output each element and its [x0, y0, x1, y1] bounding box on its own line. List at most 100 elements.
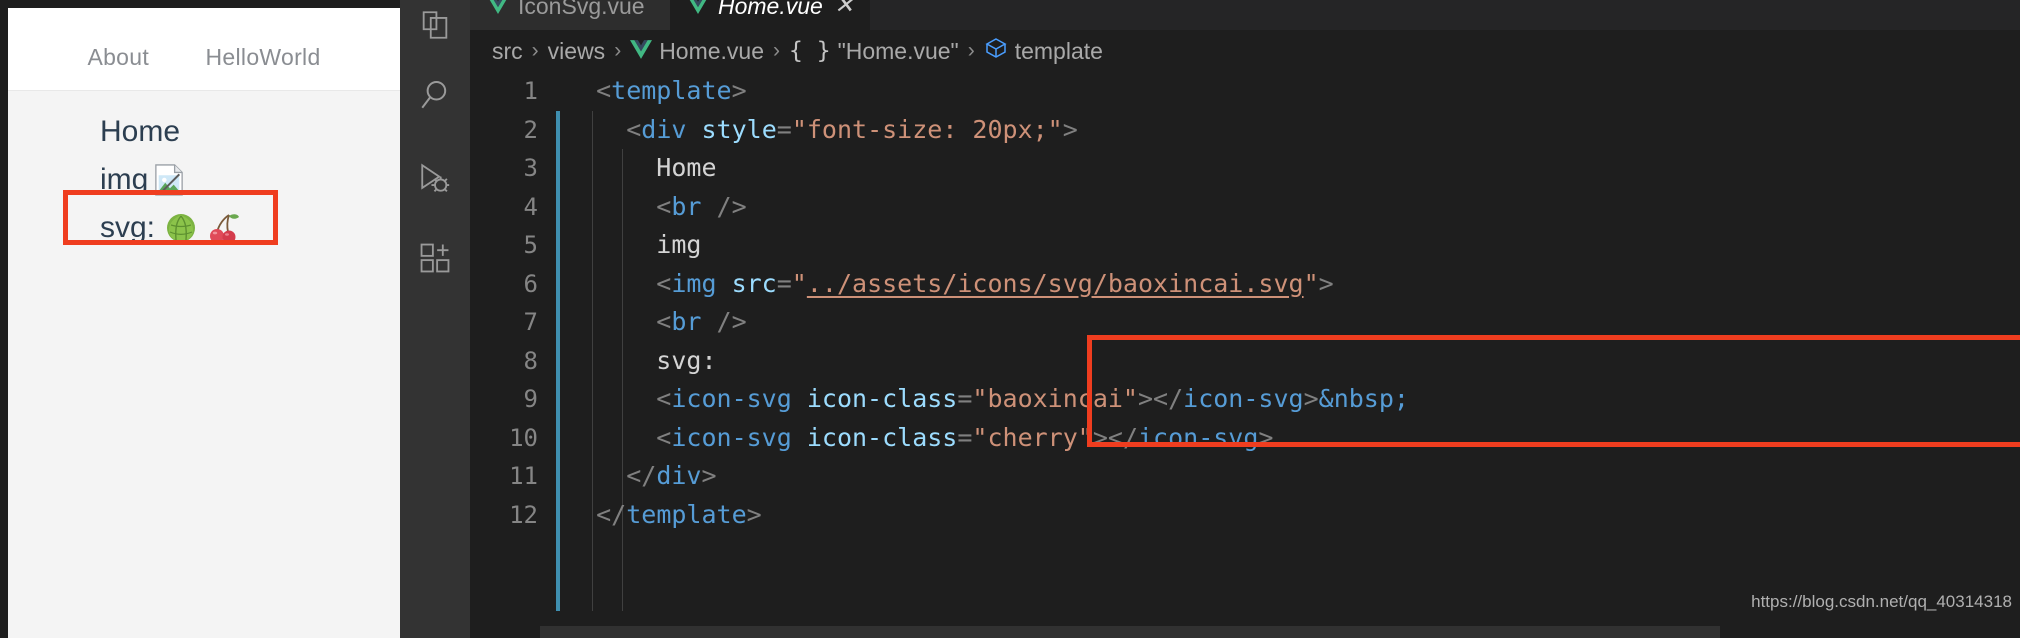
code-token-punct: < — [566, 268, 672, 298]
code-line[interactable]: 1 <template> — [470, 72, 2020, 111]
code-token-tag: icon-svg — [1138, 422, 1259, 452]
tab-home-vue[interactable]: Home.vue ✕ — [670, 0, 870, 30]
breadcrumb-separator: › — [773, 39, 781, 62]
cabbage-icon — [165, 212, 197, 244]
code-token-attr: src — [731, 268, 777, 298]
breadcrumb-item-home-vue[interactable]: Home.vue — [659, 38, 764, 65]
breadcrumb-separator: › — [614, 39, 622, 62]
tab-label: IconSvg.vue — [518, 0, 645, 19]
code-line[interactable]: 2 <div style="font-size: 20px;"> — [470, 111, 2020, 150]
svg-text: svg: — [100, 211, 156, 244]
code-line-text: </template> — [566, 496, 762, 535]
code-line[interactable]: 5 img — [470, 226, 2020, 265]
app-content: Home img svg: — [8, 91, 400, 638]
horizontal-scrollbar[interactable] — [540, 626, 1720, 638]
code-line-text: <br /> — [566, 303, 747, 342]
code-token-punct: ></ — [1138, 384, 1184, 413]
code-line[interactable]: 9 <icon-svg icon-class="baoxincai"></ico… — [470, 380, 2020, 419]
code-token-str: "font-size: 20px;" — [791, 114, 1063, 144]
code-token-tag: template — [626, 499, 747, 529]
line-number: 2 — [523, 115, 538, 144]
line-number: 6 — [523, 269, 538, 298]
nav-links: About HelloWorld — [8, 44, 400, 71]
code-token-punct: > — [701, 461, 717, 490]
code-token-tag: div — [656, 461, 702, 490]
code-token-punct: < — [566, 384, 672, 413]
code-line[interactable]: 10 <icon-svg icon-class="cherry"></icon-… — [470, 419, 2020, 458]
img-text: img — [100, 163, 149, 196]
app-nav-bar: About HelloWorld — [8, 8, 400, 91]
code-line-text: <template> — [566, 72, 747, 111]
code-token-tag: br — [671, 307, 702, 336]
code-token-punct: < — [566, 114, 642, 144]
code-token-attr: icon-class — [806, 422, 958, 452]
breadcrumb-item-src[interactable]: src — [492, 38, 523, 65]
line-number: 3 — [523, 154, 538, 182]
code-token-attr: style — [701, 114, 777, 144]
cherry-icon — [207, 211, 241, 245]
home-text: Home — [100, 115, 181, 148]
search-icon[interactable] — [400, 65, 470, 125]
explorer-icon[interactable] — [400, 0, 470, 55]
code-token-punct: < — [566, 191, 672, 221]
vscode-window: IconSvg.vue Home.vue ✕ src › views › Hom… — [400, 0, 2020, 638]
line-number: 9 — [523, 385, 538, 413]
code-line-text: <div style="font-size: 20px;"> — [566, 111, 1078, 150]
nav-link-helloworld[interactable]: HelloWorld — [206, 44, 321, 71]
extensions-icon[interactable] — [400, 228, 470, 288]
code-token-punct: > — [1258, 422, 1274, 452]
breadcrumb-item-views[interactable]: views — [548, 38, 606, 65]
code-token-tag: div — [641, 114, 687, 144]
broken-image-icon — [154, 164, 184, 196]
line-number: 8 — [523, 346, 538, 375]
code-token-punct: </ — [566, 461, 657, 490]
breadcrumb-item-template[interactable]: template — [1015, 38, 1103, 65]
code-line[interactable]: 11 </div> — [470, 457, 2020, 496]
code-token-punct: /> — [701, 307, 747, 336]
code-token-str: " — [1303, 268, 1319, 298]
code-token-str: "baoxincai" — [972, 384, 1138, 413]
code-lines: 1 <template> 2 <div style="font-size: 20p… — [470, 72, 2020, 534]
code-token-attr: icon-class — [806, 384, 958, 413]
code-line[interactable]: 4 <br /> — [470, 188, 2020, 227]
close-icon[interactable]: ✕ — [834, 0, 854, 18]
code-token-punct: </ — [566, 499, 627, 529]
browser-preview-pane: About HelloWorld Home img svg: — [0, 0, 400, 638]
code-line[interactable]: 12 </template> — [470, 496, 2020, 535]
code-line[interactable]: 6 <img src="../assets/icons/svg/baoxinca… — [470, 265, 2020, 304]
activity-bar — [400, 0, 470, 638]
tab-iconsvg-vue[interactable]: IconSvg.vue — [470, 0, 670, 30]
content-line-img: img — [100, 163, 184, 197]
breadcrumb-item-home-vue-symbol[interactable]: "Home.vue" — [838, 38, 959, 65]
code-line[interactable]: 7 <br /> — [470, 303, 2020, 342]
code-token-tag: icon-svg — [1183, 384, 1304, 413]
watermark: https://blog.csdn.net/qq_40314318 — [1751, 592, 2012, 611]
code-token-text: svg: — [566, 345, 717, 375]
code-token-str: " — [791, 268, 807, 298]
browser-page: About HelloWorld Home img svg: — [8, 8, 400, 638]
line-number: 10 — [509, 423, 538, 452]
code-line[interactable]: 8 svg: — [470, 342, 2020, 381]
code-token-str: "cherry" — [972, 422, 1093, 452]
screenshot-root: About HelloWorld Home img svg: IconSvg.v… — [0, 0, 2020, 638]
content-line-home: Home — [100, 115, 180, 149]
code-line[interactable]: 3 Home — [470, 149, 2020, 188]
breadcrumb-separator: › — [531, 39, 539, 62]
nav-link-about[interactable]: About — [87, 44, 149, 71]
code-token-punct: ></ — [1092, 422, 1138, 452]
code-token-tag: template — [611, 76, 732, 105]
code-line-text: <icon-svg icon-class="baoxincai"></icon-… — [566, 380, 1409, 419]
code-editor[interactable]: 1 <template> 2 <div style="font-size: 20p… — [470, 72, 2020, 638]
code-token-punct: < — [566, 76, 612, 105]
code-token-punct: > — [1303, 384, 1319, 413]
frame-edge-left — [0, 0, 8, 638]
code-token-tag: icon-svg — [671, 384, 792, 413]
code-token-link[interactable]: ../assets/icons/svg/baoxincai.svg — [807, 269, 1304, 298]
breadcrumb-separator: › — [967, 39, 975, 62]
code-token-punct: = — [957, 422, 973, 452]
line-number: 7 — [523, 308, 538, 336]
code-token-punct: < — [566, 307, 672, 336]
run-and-debug-icon[interactable] — [400, 148, 470, 208]
